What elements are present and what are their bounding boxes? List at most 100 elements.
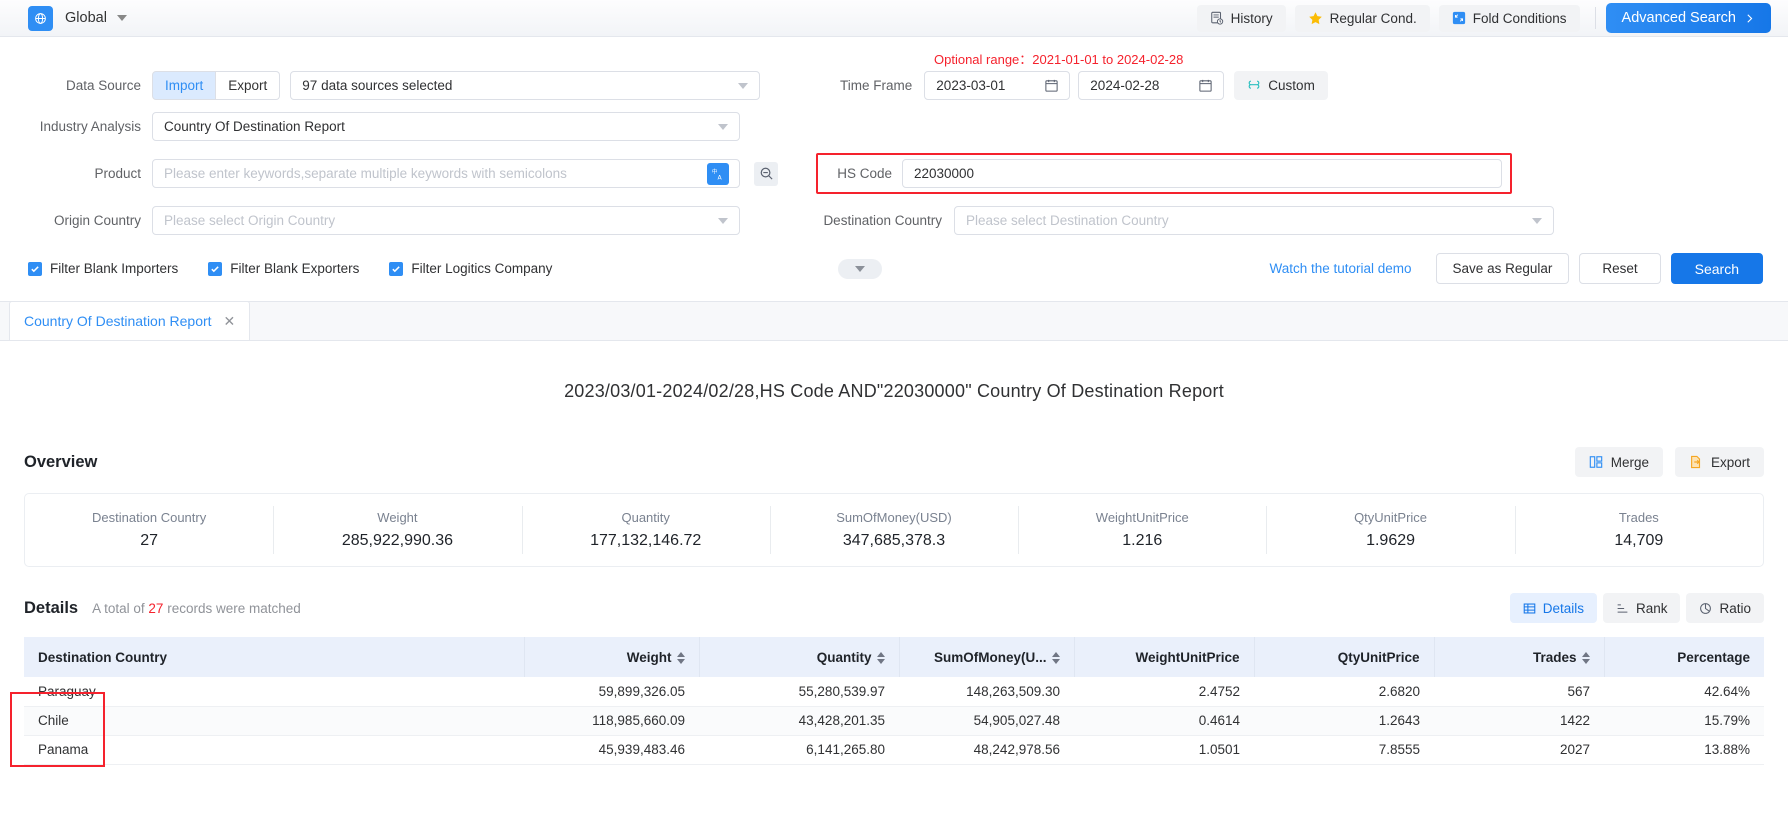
filter-blank-importers-checkbox[interactable]: Filter Blank Importers	[28, 261, 178, 276]
region-label: Global	[65, 10, 107, 26]
cell-trades: 2027	[1434, 735, 1604, 764]
cell-percentage: 42.64%	[1604, 677, 1764, 706]
import-toggle[interactable]: Import	[152, 71, 216, 100]
history-button[interactable]: History	[1197, 5, 1286, 32]
tab-details-label: Details	[1543, 601, 1584, 616]
table-head: Destination Country Weight Quantity SumO…	[24, 637, 1764, 677]
col-label: QtyUnitPrice	[1338, 650, 1420, 665]
destination-country-select[interactable]: Please select Destination Country	[954, 206, 1554, 235]
sort-icon[interactable]	[1052, 652, 1060, 664]
data-source-label: Data Source	[0, 78, 152, 93]
data-source-toggle[interactable]: Import Export	[152, 71, 280, 100]
overview-metric-label: Trades	[1619, 510, 1659, 525]
origin-country-select[interactable]: Please select Origin Country	[152, 206, 740, 235]
filter-logitics-company-checkbox[interactable]: Filter Logitics Company	[389, 261, 552, 276]
view-mode-tabs: Details Rank Ratio	[1504, 593, 1764, 623]
industry-analysis-select[interactable]: Country Of Destination Report	[152, 112, 740, 141]
cell-sum-of-money: 148,263,509.30	[899, 677, 1074, 706]
product-keywords-field[interactable]	[164, 166, 728, 181]
time-to-input[interactable]: 2024-02-28	[1078, 71, 1224, 100]
col-sum-of-money[interactable]: SumOfMoney(U...	[899, 637, 1074, 677]
reset-button[interactable]: Reset	[1579, 253, 1660, 284]
table-row[interactable]: Paraguay 59,899,326.05 55,280,539.97 148…	[24, 677, 1764, 706]
tab-rank[interactable]: Rank	[1603, 593, 1681, 623]
details-count: 27	[148, 601, 163, 616]
col-weight-unit-price[interactable]: WeightUnitPrice	[1074, 637, 1254, 677]
product-input[interactable]: 中 A	[152, 159, 740, 188]
col-label: Weight	[627, 650, 672, 665]
tab-details[interactable]: Details	[1510, 593, 1597, 623]
filter-blank-exporters-checkbox[interactable]: Filter Blank Exporters	[208, 261, 359, 276]
export-icon	[1689, 455, 1703, 469]
fold-conditions-button[interactable]: Fold Conditions	[1439, 5, 1580, 32]
report-body: 2023/03/01-2024/02/28,HS Code AND"220300…	[0, 341, 1788, 765]
custom-range-button[interactable]: Custom	[1234, 71, 1328, 100]
chevron-down-icon[interactable]	[117, 15, 127, 21]
cell-weight-unit-price: 0.4614	[1074, 706, 1254, 735]
destination-country-label: Destination Country	[740, 213, 954, 228]
fold-icon	[1452, 11, 1466, 25]
col-qty-unit-price[interactable]: QtyUnitPrice	[1254, 637, 1434, 677]
toolbar-divider	[1595, 7, 1596, 29]
origin-country-label: Origin Country	[0, 213, 152, 228]
product-label: Product	[0, 166, 152, 181]
row-origin-country: Origin Country Please select Origin Coun…	[0, 206, 1788, 235]
optional-range-value: 2021-01-01 to 2024-02-28	[1032, 52, 1183, 67]
col-quantity[interactable]: Quantity	[699, 637, 899, 677]
sort-icon[interactable]	[677, 652, 685, 664]
col-weight[interactable]: Weight	[524, 637, 699, 677]
close-icon[interactable]: ✕	[224, 313, 236, 330]
tab-country-of-destination-report[interactable]: Country Of Destination Report ✕	[9, 301, 250, 340]
time-from-input[interactable]: 2023-03-01	[924, 71, 1070, 100]
sort-icon[interactable]	[1582, 652, 1590, 664]
cell-trades: 567	[1434, 677, 1604, 706]
details-table: Destination Country Weight Quantity SumO…	[24, 637, 1764, 765]
advanced-search-button[interactable]: Advanced Search	[1606, 3, 1771, 33]
chevron-down-icon	[738, 83, 748, 89]
regular-cond-button[interactable]: Regular Cond.	[1295, 5, 1430, 32]
translate-icon[interactable]: 中 A	[707, 163, 729, 185]
col-label: Quantity	[817, 650, 872, 665]
history-icon	[1210, 11, 1224, 25]
time-from-value: 2023-03-01	[936, 78, 1005, 93]
overview-metric-label: QtyUnitPrice	[1354, 510, 1427, 525]
app-root: Global History Regular Cond.	[0, 0, 1788, 831]
col-trades[interactable]: Trades	[1434, 637, 1604, 677]
sort-icon[interactable]	[877, 652, 885, 664]
cell-weight: 118,985,660.09	[524, 706, 699, 735]
filter-row: Filter Blank Importers Filter Blank Expo…	[0, 253, 1788, 284]
data-sources-select[interactable]: 97 data sources selected	[290, 71, 760, 100]
tab-ratio[interactable]: Ratio	[1686, 593, 1764, 623]
col-percentage[interactable]: Percentage	[1604, 637, 1764, 677]
globe-icon	[28, 6, 53, 31]
overview-metric-value: 14,709	[1614, 532, 1663, 550]
overview-metric-label: SumOfMoney(USD)	[836, 510, 952, 525]
optional-range-label: Optional range：	[934, 52, 1032, 67]
expand-collapse-toggle[interactable]	[838, 259, 882, 279]
search-button[interactable]: Search	[1671, 253, 1763, 284]
hs-code-label: HS Code	[826, 166, 902, 181]
zoom-out-icon[interactable]	[754, 162, 778, 186]
overview-metric-value: 1.9629	[1366, 532, 1415, 550]
col-destination-country[interactable]: Destination Country	[24, 637, 524, 677]
col-label: Percentage	[1677, 650, 1750, 665]
row-industry-analysis: Industry Analysis Country Of Destination…	[0, 112, 1788, 141]
tab-strip: Country Of Destination Report ✕	[0, 301, 1788, 341]
row-product: Product 中 A HS Code 22030000	[0, 153, 1788, 194]
table-row[interactable]: Chile 118,985,660.09 43,428,201.35 54,90…	[24, 706, 1764, 735]
hs-code-input[interactable]: 22030000	[902, 159, 1502, 188]
export-toggle[interactable]: Export	[216, 71, 280, 100]
save-as-regular-button[interactable]: Save as Regular	[1436, 253, 1570, 284]
star-icon	[1308, 11, 1323, 26]
export-button[interactable]: Export	[1675, 447, 1764, 477]
check-icon	[28, 262, 42, 276]
overview-header: Overview Merge Export	[24, 447, 1764, 477]
check-icon	[389, 262, 403, 276]
fold-conditions-label: Fold Conditions	[1473, 11, 1567, 26]
chevron-down-icon	[855, 266, 865, 272]
merge-button[interactable]: Merge	[1575, 447, 1663, 477]
table-row[interactable]: Panama 45,939,483.46 6,141,265.80 48,242…	[24, 735, 1764, 764]
time-frame-label: Time Frame	[760, 78, 924, 93]
tutorial-demo-link[interactable]: Watch the tutorial demo	[1269, 261, 1411, 276]
regular-cond-label: Regular Cond.	[1330, 11, 1417, 26]
